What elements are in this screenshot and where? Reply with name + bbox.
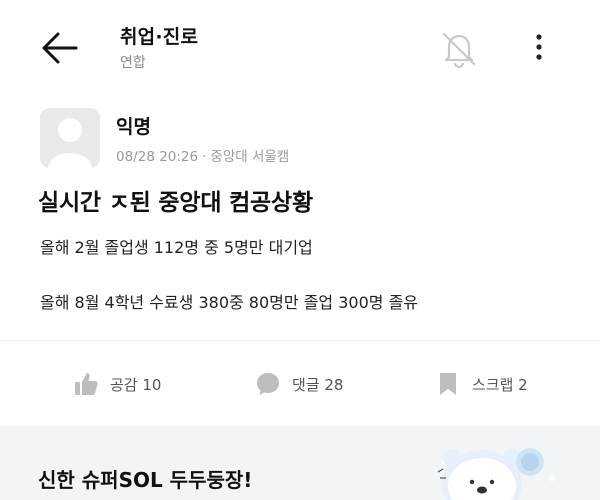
notification-toggle-button[interactable] [436, 26, 482, 72]
app-header: 취업·진로 연합 [0, 0, 600, 100]
post-meta: 08/28 20:26 · 중앙대 서울캠 [116, 145, 289, 165]
board-subtitle: 연합 [120, 55, 146, 71]
post-date: 08/28 20:26 [116, 149, 199, 165]
more-options-button[interactable] [524, 28, 554, 68]
post-title: 실시간 ㅈ된 중앙대 컴공상황 [38, 190, 313, 216]
like-button[interactable]: 공감 10 [72, 364, 161, 404]
divider [0, 340, 600, 341]
author-avatar [40, 108, 100, 168]
arrow-left-icon [42, 32, 78, 64]
ad-banner[interactable]: 신한 슈퍼SOL 두두둥장! [0, 426, 600, 500]
bell-off-icon [442, 32, 476, 69]
scrap-button[interactable]: 스크랩 2 [434, 364, 528, 404]
post-body-line: 올해 2월 졸업생 112명 중 5명만 대기업 [40, 238, 313, 257]
thumbs-up-icon [75, 373, 98, 395]
ad-mascot-image [420, 428, 570, 500]
board-title: 취업·진로 [120, 26, 199, 48]
back-button[interactable] [36, 26, 84, 70]
like-count: 공감 10 [110, 375, 162, 394]
meta-separator: · [202, 149, 207, 165]
author-name: 익명 [116, 116, 151, 138]
default-avatar-icon [40, 108, 100, 168]
scrap-count: 스크랩 2 [472, 375, 528, 394]
comment-button[interactable]: 댓글 28 [254, 364, 343, 404]
more-vertical-icon [536, 34, 542, 60]
post-detail-screen: 취업·진로 연합 익명 08/28 20:26 · 중앙대 서울캠 실시간 ㅈ된… [0, 0, 600, 500]
post-school: 중앙대 서울캠 [210, 149, 290, 165]
mascot-bear-icon [437, 448, 555, 500]
comment-bubble-icon [257, 373, 279, 395]
post-body-line: 올해 8월 4학년 수료생 380중 80명만 졸업 300명 졸유 [40, 293, 419, 312]
bookmark-icon [440, 373, 456, 395]
ad-text: 신한 슈퍼SOL 두두둥장! [38, 468, 253, 492]
comment-count: 댓글 28 [292, 375, 344, 394]
